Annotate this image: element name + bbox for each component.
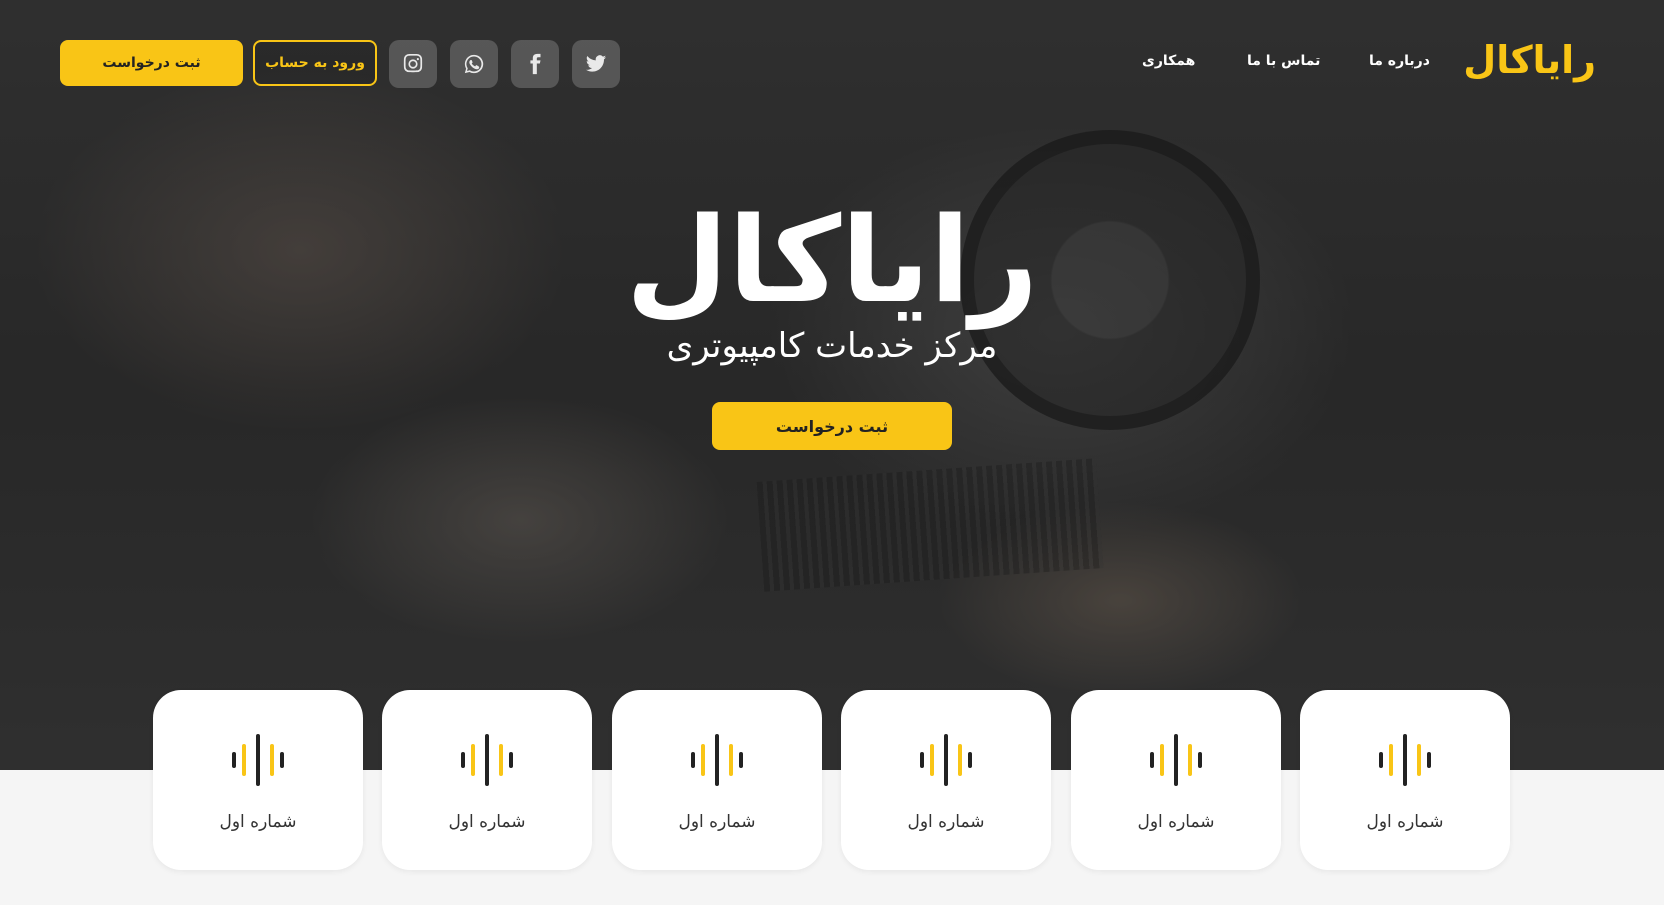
twitter-icon (585, 55, 607, 72)
login-button[interactable]: ورود به حساب (253, 40, 377, 86)
nav-item-contact[interactable]: تماس با ما (1247, 53, 1320, 69)
nav-item-cooperation[interactable]: همکاری (1142, 53, 1195, 69)
card-label: شماره اول (678, 812, 756, 832)
service-card[interactable]: شماره اول (612, 690, 822, 870)
service-card[interactable]: شماره اول (382, 690, 592, 870)
sound-wave-icon (691, 734, 743, 786)
instagram-button[interactable] (389, 40, 437, 88)
card-label: شماره اول (907, 812, 985, 832)
instagram-icon (403, 53, 423, 73)
whatsapp-button[interactable] (450, 40, 498, 88)
service-cards: شماره اول شماره اول شماره اول شماره اول … (153, 690, 1511, 870)
service-card[interactable]: شماره اول (153, 690, 363, 870)
card-label: شماره اول (448, 812, 526, 832)
facebook-icon (530, 53, 541, 75)
hero-section: رایاکال درباره ما تماس با ما همکاری ورود… (0, 0, 1664, 770)
service-card[interactable]: شماره اول (1300, 690, 1510, 870)
whatsapp-icon (464, 54, 484, 74)
sound-wave-icon (1379, 734, 1431, 786)
hero-request-button[interactable]: ثبت درخواست (712, 402, 952, 450)
sound-wave-icon (232, 734, 284, 786)
sound-wave-icon (1150, 734, 1202, 786)
service-card[interactable]: شماره اول (841, 690, 1051, 870)
service-card[interactable]: شماره اول (1071, 690, 1281, 870)
card-label: شماره اول (1137, 812, 1215, 832)
hero-subtitle: مرکز خدمات کامپیوتری (666, 326, 998, 366)
brand-logo[interactable]: رایاکال (1463, 38, 1597, 82)
card-label: شماره اول (1366, 812, 1444, 832)
twitter-button[interactable] (572, 40, 620, 88)
hero-title: رایاکال (625, 191, 1041, 329)
sound-wave-icon (461, 734, 513, 786)
top-navbar: رایاکال درباره ما تماس با ما همکاری ورود… (0, 0, 1664, 124)
facebook-button[interactable] (511, 40, 559, 88)
card-label: شماره اول (219, 812, 297, 832)
sound-wave-icon (920, 734, 972, 786)
nav-item-about[interactable]: درباره ما (1369, 53, 1430, 69)
header-request-button[interactable]: ثبت درخواست (60, 40, 243, 86)
